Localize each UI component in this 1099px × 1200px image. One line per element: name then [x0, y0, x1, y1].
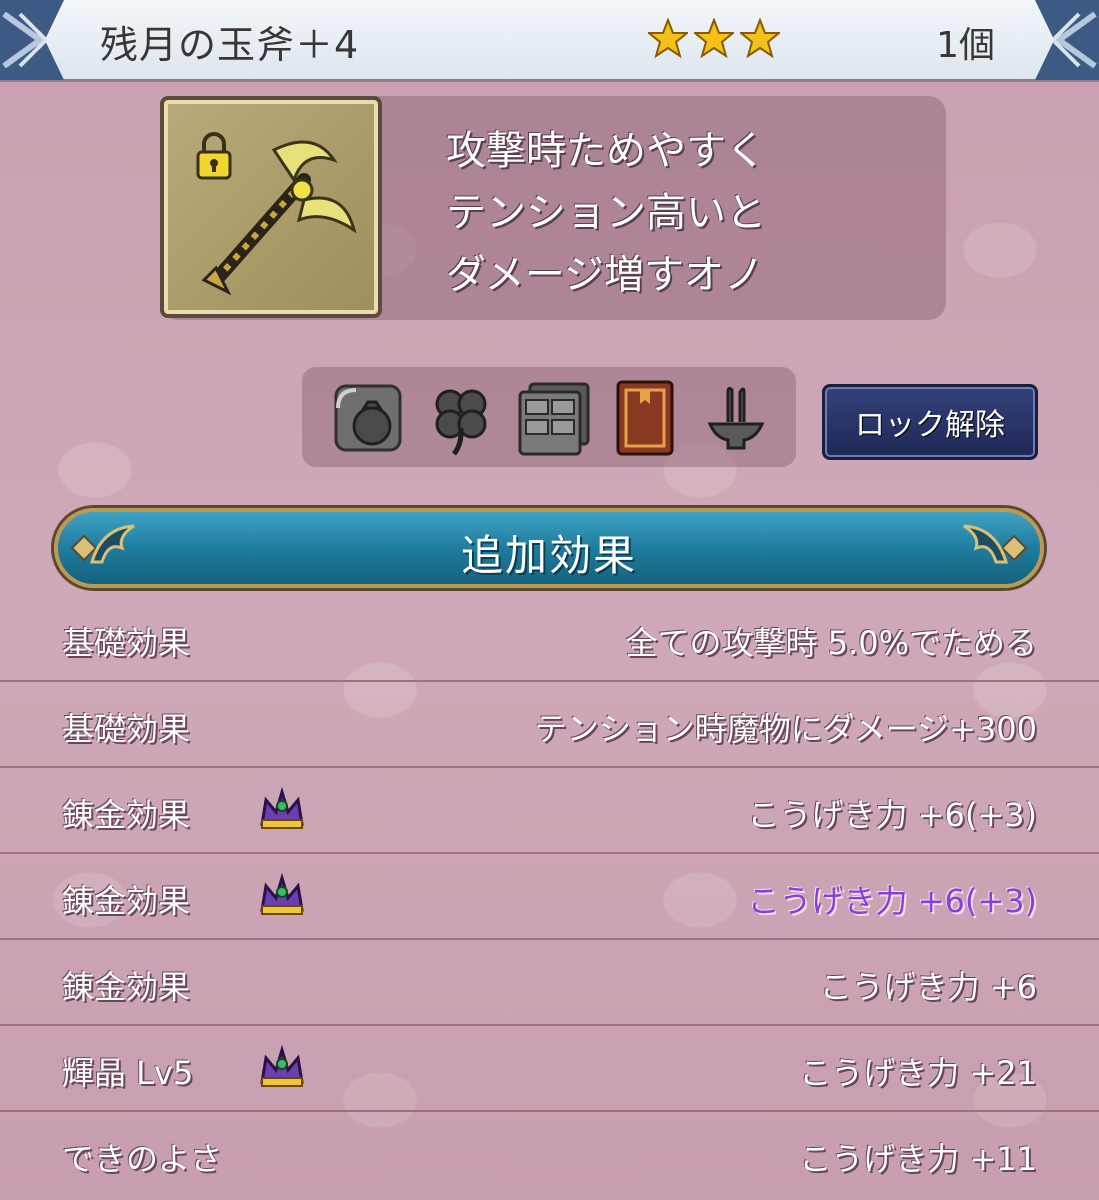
star-icon [740, 18, 780, 58]
star-rating [648, 18, 780, 58]
effect-row: 基礎効果 全ての攻撃時 5.0%でためる [0, 596, 1099, 682]
clover-icon[interactable] [420, 378, 500, 458]
crown-icon [260, 872, 304, 915]
effect-value: こうげき力 +21 [799, 1054, 1037, 1092]
drawer-icon[interactable] [514, 378, 594, 458]
crown-icon [260, 786, 304, 829]
effect-value: こうげき力 +11 [799, 1140, 1037, 1178]
effect-label: 基礎効果 [62, 710, 191, 748]
effect-value: テンション時魔物にダメージ+300 [534, 710, 1037, 748]
anvil-icon[interactable] [696, 378, 776, 458]
book-icon[interactable] [606, 378, 686, 458]
effect-label: 錬金効果 [62, 882, 191, 920]
item-title: 残月の玉斧＋4 [100, 23, 360, 67]
effect-row: 基礎効果 テンション時魔物にダメージ+300 [0, 682, 1099, 768]
effect-label: 基礎効果 [62, 624, 191, 662]
wing-ornament-icon [963, 524, 1028, 564]
effect-value-highlighted: こうげき力 +6(+3) [747, 882, 1038, 920]
crown-icon [260, 1044, 304, 1087]
header-right-ornament [1035, 0, 1099, 80]
header-left-ornament [0, 0, 64, 80]
section-title: 追加効果 [460, 531, 637, 580]
effect-row: できのよさ こうげき力 +11 [0, 1112, 1099, 1198]
effect-row: 輝晶 Lv5 こうげき力 +21 [0, 1026, 1099, 1112]
star-icon [694, 18, 734, 58]
effect-row: 錬金効果 こうげき力 +6 [0, 940, 1099, 1026]
item-quantity: 1個 [936, 25, 995, 66]
effect-row: 錬金効果 こうげき力 +6(+3) [0, 854, 1099, 940]
star-icon [648, 18, 688, 58]
effect-label: できのよさ [62, 1140, 223, 1178]
description-line: テンション高いと [446, 190, 766, 236]
item-icon-frame[interactable] [160, 96, 382, 318]
effect-value: 全ての攻撃時 5.0%でためる [625, 624, 1037, 662]
description-line: 攻撃時ためやすく [446, 128, 766, 174]
padlock-icon [196, 132, 232, 180]
effect-value: こうげき力 +6(+3) [747, 796, 1038, 834]
lock-release-button[interactable]: ロック解除 [822, 384, 1038, 460]
effect-row: 錬金効果 こうげき力 +6(+3) [0, 768, 1099, 854]
effect-label: 錬金効果 [62, 796, 191, 834]
item-description: 攻撃時ためやすく テンション高いと ダメージ増すオノ [446, 120, 926, 306]
effect-value: こうげき力 +6 [819, 968, 1037, 1006]
effect-label: 錬金効果 [62, 968, 191, 1006]
effect-label: 輝晶 Lv5 [62, 1054, 194, 1092]
bag-icon[interactable] [328, 378, 408, 458]
effects-list: 基礎効果 全ての攻撃時 5.0%でためる 基礎効果 テンション時魔物にダメージ+… [0, 596, 1099, 1198]
description-line: ダメージ増すオノ [446, 252, 764, 298]
item-header: 残月の玉斧＋4 1個 [0, 0, 1099, 82]
section-banner: 追加効果 [54, 508, 1044, 588]
